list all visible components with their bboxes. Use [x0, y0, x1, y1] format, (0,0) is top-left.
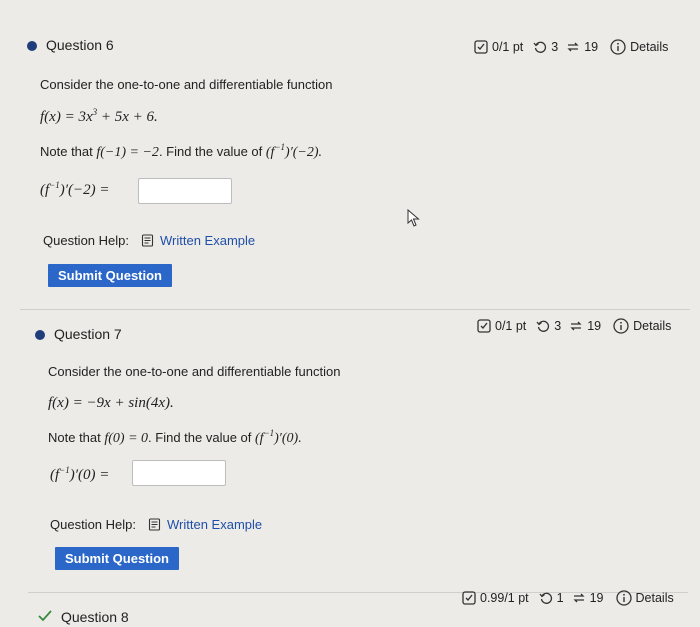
retry-icon [536, 320, 550, 332]
question-6-note: Note that f(−1) = −2. Find the value of … [40, 142, 323, 160]
checkmark-icon [38, 610, 52, 622]
question-7-answer-input[interactable] [132, 460, 226, 486]
question-bullet [27, 41, 37, 51]
question-6-function: f(x) = 3x3 + 5x + 6. [40, 107, 158, 125]
section-divider [20, 309, 690, 310]
question-7-help: Question Help: Written Example [50, 517, 263, 532]
retries-count: 3 [551, 40, 559, 54]
points-label: 0.99/1 pt [480, 591, 529, 605]
attempts-icon [570, 321, 582, 331]
retry-icon [539, 592, 552, 604]
checkbox-icon [474, 40, 488, 54]
attempts-count: 19 [589, 591, 604, 605]
written-example-link[interactable]: Written Example [160, 233, 255, 248]
checkbox-icon [477, 319, 491, 333]
attempts-count: 19 [584, 40, 599, 54]
attempts-icon [567, 42, 579, 52]
question-8-title: Question 8 [61, 609, 129, 625]
question-7-meta: 0/1 pt 3 19 Details [477, 318, 671, 334]
details-link[interactable]: Details [630, 40, 668, 54]
retries-count: 1 [556, 591, 564, 605]
attempts-count: 19 [587, 319, 602, 333]
info-icon[interactable] [615, 590, 632, 606]
question-7-title: Question 7 [54, 326, 122, 342]
document-icon [141, 234, 154, 247]
question-6-help: Question Help: Written Example [43, 233, 256, 248]
question-7-note: Note that f(0) = 0. Find the value of (f… [48, 428, 302, 446]
points-label: 0/1 pt [492, 40, 524, 54]
mouse-cursor-icon [407, 209, 420, 227]
question-7-intro: Consider the one-to-one and differentiab… [48, 364, 341, 379]
question-8-meta: 0.99/1 pt 1 19 Details [462, 590, 674, 606]
question-6-title: Question 6 [46, 37, 114, 53]
details-link[interactable]: Details [633, 319, 671, 333]
question-6-answer-input[interactable] [138, 178, 232, 204]
points-label: 0/1 pt [495, 319, 527, 333]
attempts-icon [573, 593, 585, 603]
info-icon[interactable] [613, 318, 629, 334]
document-icon [148, 518, 161, 531]
question-bullet [35, 330, 45, 340]
retries-count: 3 [554, 319, 562, 333]
question-6-answer-label: (f−1)′(−2) = [40, 180, 110, 198]
question-7-answer-label: (f−1)′(0) = [50, 465, 110, 483]
info-icon[interactable] [610, 39, 626, 55]
written-example-link[interactable]: Written Example [167, 517, 262, 532]
question-6-intro: Consider the one-to-one and differentiab… [40, 77, 333, 92]
checkbox-icon [462, 591, 476, 605]
question-7-function: f(x) = −9x + sin(4x). [48, 395, 174, 411]
submit-question-button[interactable]: Submit Question [55, 547, 179, 570]
retry-icon [533, 41, 547, 53]
question-6-meta: 0/1 pt 3 19 Details [474, 39, 668, 55]
details-link[interactable]: Details [636, 591, 674, 605]
submit-question-button[interactable]: Submit Question [48, 264, 172, 287]
